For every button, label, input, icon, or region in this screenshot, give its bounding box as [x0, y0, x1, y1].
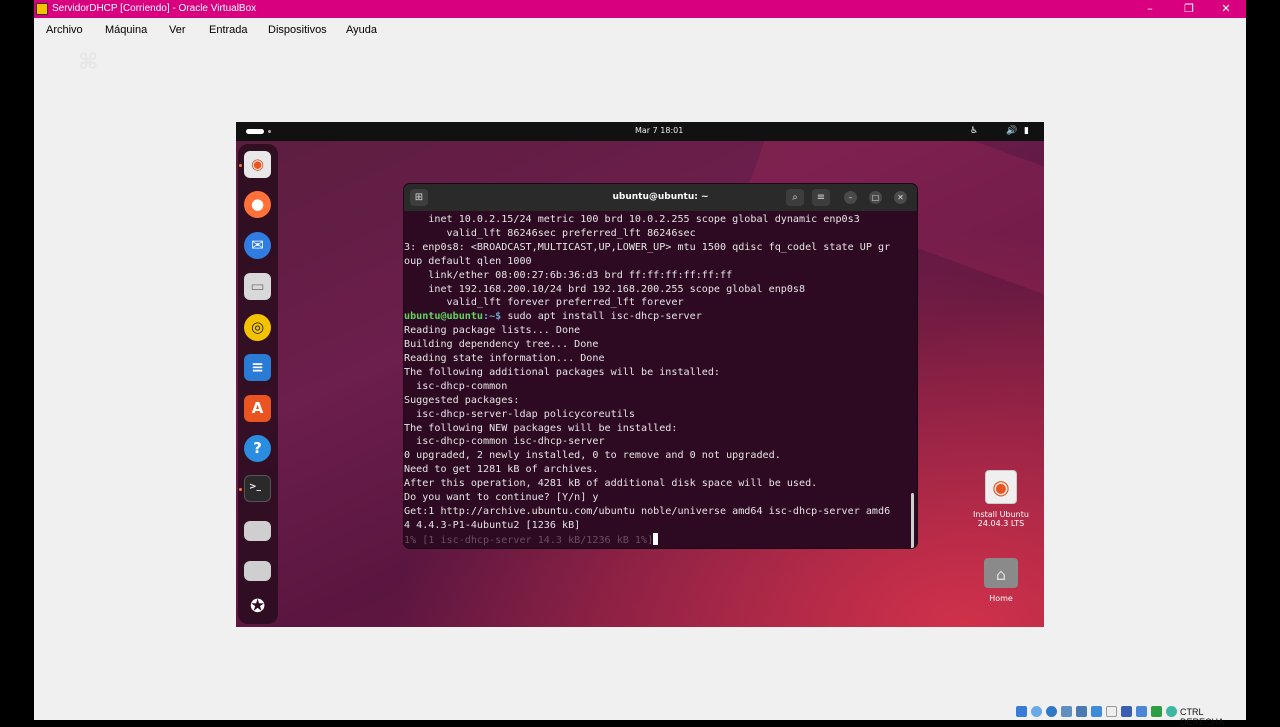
- prompt-user: ubuntu@ubuntu: [404, 311, 484, 323]
- terminal-line: link/ether 08:00:27:6b:36:d3 brd ff:ff:f…: [404, 269, 733, 281]
- scrollbar[interactable]: [911, 493, 914, 548]
- terminal-line: inet 192.168.200.10/24 brd 192.168.200.2…: [404, 283, 806, 295]
- dock: ◉ ● ✉ ▭ ◎ ≡ A ? >_ ✪: [238, 144, 278, 624]
- drive-icon[interactable]: [244, 561, 271, 581]
- running-indicator: [239, 488, 242, 491]
- terminal-output[interactable]: inet 10.0.2.15/24 metric 100 brd 10.0.2.…: [404, 213, 917, 548]
- terminal-line: Reading state information... Done: [404, 353, 605, 364]
- guest-screen[interactable]: Mar 7 18:01 ♿ 🔊 ▮ ◉ ● ✉ ▭ ◎ ≡ A ? >_ ✪ ⊞…: [236, 122, 1044, 627]
- terminal-header: ⊞ ubuntu@ubuntu: ~ ⌕ ≡ – □ ✕: [404, 184, 917, 211]
- audio-icon[interactable]: [1046, 706, 1057, 717]
- virtualbox-app-icon: [36, 3, 48, 15]
- desktop-icon-install-ubuntu[interactable]: ◉ Install Ubuntu 24.04.3 LTS: [961, 470, 1041, 528]
- volume-icon[interactable]: 🔊: [1006, 126, 1017, 136]
- terminal-line: Get:1 http://archive.ubuntu.com/ubuntu n…: [404, 505, 891, 517]
- close-icon[interactable]: ✕: [894, 191, 907, 204]
- terminal-line: Need to get 1281 kB of archives.: [404, 464, 599, 476]
- terminal-line: Suggested packages:: [404, 394, 520, 406]
- hard-disk-icon[interactable]: [1016, 706, 1027, 717]
- install-ubuntu-icon[interactable]: ◉: [244, 151, 271, 178]
- command: sudo apt install isc-dhcp-server: [507, 311, 702, 323]
- search-icon[interactable]: ⌕: [786, 189, 804, 206]
- mouse-integration-icon[interactable]: [1151, 706, 1162, 717]
- maximize-button[interactable]: ❐: [1171, 0, 1207, 18]
- virtualbox-window: ServidorDHCP [Corriendo] - Oracle Virtua…: [34, 0, 1246, 727]
- terminal-icon[interactable]: >_: [244, 475, 271, 502]
- accessibility-icon[interactable]: ♿: [970, 126, 978, 136]
- home-folder-icon: ⌂: [984, 558, 1018, 588]
- ubuntu-logo-icon[interactable]: ✪: [244, 593, 271, 620]
- workspace-dot: [268, 130, 271, 133]
- terminal-line: inet 10.0.2.15/24 metric 100 brd 10.0.2.…: [404, 214, 860, 225]
- terminal-prompt-line: ubuntu@ubuntu:~$ sudo apt install isc-dh…: [404, 310, 702, 324]
- display-icon[interactable]: [1106, 706, 1117, 717]
- terminal-line: oup default qlen 1000: [404, 255, 532, 267]
- terminal-line: isc-dhcp-server-ldap policycoreutils: [404, 408, 635, 420]
- shared-folders-icon[interactable]: [1091, 706, 1102, 717]
- terminal-line: isc-dhcp-common isc-dhcp-server: [404, 436, 605, 448]
- menu-maquina[interactable]: Máquina: [105, 24, 147, 36]
- home-label: Home: [989, 594, 1013, 603]
- menu-archivo[interactable]: Archivo: [46, 24, 83, 36]
- desktop-icon-home[interactable]: ⌂ Home: [961, 558, 1041, 603]
- terminal-line: Do you want to continue? [Y/n] y: [404, 492, 599, 503]
- thunderbird-icon[interactable]: ✉: [244, 232, 271, 259]
- help-icon[interactable]: ?: [244, 435, 271, 462]
- window-title: ServidorDHCP [Corriendo] - Oracle Virtua…: [52, 3, 257, 14]
- files-icon[interactable]: ▭: [244, 273, 271, 300]
- clock[interactable]: Mar 7 18:01: [635, 126, 683, 135]
- menu-ayuda[interactable]: Ayuda: [346, 24, 377, 36]
- terminal-line: valid_lft forever preferred_lft forever: [404, 297, 684, 309]
- install-ubuntu-label: Install Ubuntu: [973, 510, 1029, 519]
- rhythmbox-icon[interactable]: ◎: [244, 314, 271, 341]
- terminal-line: 3: enp0s8: <BROADCAST,MULTICAST,UP,LOWER…: [404, 241, 891, 253]
- minimize-button[interactable]: –: [1132, 0, 1168, 18]
- firefox-icon[interactable]: ●: [244, 191, 271, 218]
- host-key-label: CTRL DERECHA: [1180, 707, 1225, 727]
- terminal-line: Reading package lists... Done: [404, 325, 581, 337]
- terminal-line: valid_lft 86246sec preferred_lft 86246se…: [404, 227, 696, 239]
- terminal-line: 0 upgraded, 2 newly installed, 0 to remo…: [404, 450, 781, 462]
- terminal-line: Building dependency tree... Done: [404, 339, 599, 351]
- menu-entrada[interactable]: Entrada: [209, 24, 248, 36]
- gnome-top-bar: Mar 7 18:01 ♿ 🔊 ▮: [236, 122, 1044, 141]
- terminal-line: The following additional packages will b…: [404, 366, 721, 378]
- optical-drive-icon[interactable]: [1031, 706, 1042, 717]
- network-icon[interactable]: [1061, 706, 1072, 717]
- battery-icon[interactable]: ▮: [1024, 126, 1029, 136]
- status-bar: CTRL DERECHA: [34, 704, 1246, 727]
- recording-icon[interactable]: [1121, 706, 1132, 717]
- running-indicator: [239, 164, 242, 167]
- keyboard-icon[interactable]: [1166, 706, 1177, 717]
- drive-icon[interactable]: [244, 521, 271, 541]
- progress-text: 1% [1 isc-dhcp-server 14.3 kB/1236 kB 1%…: [404, 534, 654, 546]
- cpu-icon[interactable]: [1136, 706, 1147, 717]
- text-cursor: [653, 532, 659, 545]
- terminal-title: ubuntu@ubuntu: ~: [612, 192, 709, 202]
- terminal-line: The following NEW packages will be insta…: [404, 422, 678, 434]
- close-button[interactable]: ✕: [1208, 0, 1244, 18]
- terminal-window[interactable]: ⊞ ubuntu@ubuntu: ~ ⌕ ≡ – □ ✕ inet 10.0.2…: [404, 184, 917, 548]
- title-bar: ServidorDHCP [Corriendo] - Oracle Virtua…: [34, 0, 1246, 18]
- installer-icon: ◉: [985, 470, 1017, 504]
- usb-icon[interactable]: [1076, 706, 1087, 717]
- install-ubuntu-version: 24.04.3 LTS: [977, 519, 1025, 528]
- prompt-path: :~$: [483, 311, 508, 323]
- menu-ver[interactable]: Ver: [169, 24, 186, 36]
- terminal-line: After this operation, 4281 kB of additio…: [404, 478, 818, 490]
- progress-line: 1% [1 isc-dhcp-server 14.3 kB/1236 kB 1%…: [404, 532, 659, 547]
- app-center-icon[interactable]: A: [244, 395, 271, 422]
- minimize-icon[interactable]: –: [844, 191, 857, 204]
- maximize-icon[interactable]: □: [869, 191, 882, 204]
- menu-dispositivos[interactable]: Dispositivos: [268, 24, 327, 36]
- writer-icon[interactable]: ≡: [244, 354, 271, 381]
- menu-bar: Archivo Máquina Ver Entrada Dispositivos…: [34, 18, 1246, 42]
- watermark-logo: ⌘: [78, 50, 99, 75]
- activities-indicator[interactable]: [246, 129, 264, 134]
- menu-icon[interactable]: ≡: [812, 189, 830, 206]
- terminal-line: 4 4.4.3-P1-4ubuntu2 [1236 kB]: [404, 519, 581, 531]
- terminal-line: isc-dhcp-common: [404, 380, 508, 392]
